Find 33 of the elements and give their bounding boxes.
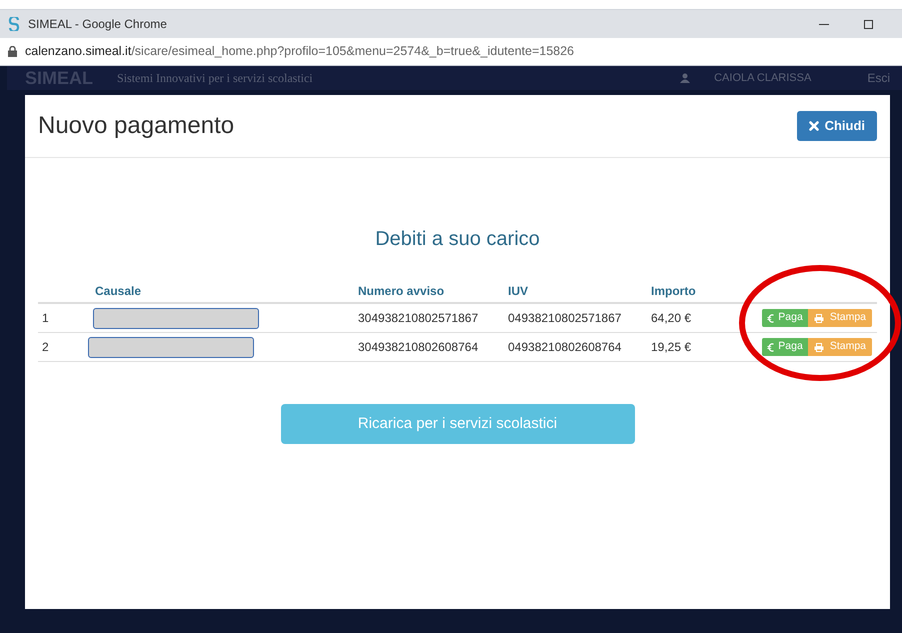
logout-link[interactable]: Esci [867, 69, 890, 87]
table-cell-text: 304938210802571867 [358, 310, 480, 327]
window-title: SIMEAL - Google Chrome [28, 16, 167, 33]
column-header: IUV [508, 283, 530, 300]
section-heading: Debiti a suo carico [375, 227, 540, 252]
column-header: Importo [651, 283, 697, 300]
table-cell-text: 64,20 € [651, 310, 692, 327]
column-header: Causale [94, 283, 142, 300]
column-header: Numero avviso [358, 283, 446, 300]
close-icon [808, 121, 819, 131]
printer-icon [814, 314, 824, 322]
pay-button[interactable]: Paga [762, 338, 808, 356]
site-tagline: Sistemi Innovativi per i servizi scolastici [117, 70, 313, 87]
euro-icon [767, 342, 774, 352]
lock-icon [8, 46, 17, 57]
user-icon [680, 73, 690, 83]
table-cell-text: 04938210802608764 [508, 339, 622, 356]
printer-icon [814, 342, 824, 352]
modal-title: Nuovo pagamento [38, 111, 234, 141]
row-index: 1 [41, 310, 50, 327]
table-cell-text: 19,25 € [651, 339, 692, 356]
pay-button[interactable]: Paga [762, 309, 808, 327]
table-cell-text: 304938210802608764 [358, 339, 480, 356]
euro-icon [767, 314, 774, 322]
recharge-button[interactable]: Ricarica per i servizi scolastici [280, 404, 634, 444]
url-text: calenzano.simeal.it/sicare/esimeal_home.php?profilo=105&menu=2574&_b=true&_idutente=15826 [25, 43, 574, 60]
close-button[interactable]: Chiudi [796, 111, 877, 141]
row-index: 2 [41, 339, 50, 356]
user-name: CAIOLA CLARISSA [714, 70, 812, 86]
site-logo-icon [8, 17, 20, 31]
table-cell-text: 04938210802571867 [508, 310, 622, 327]
print-button[interactable]: Stampa [808, 309, 872, 327]
print-button[interactable]: Stampa [808, 338, 872, 356]
